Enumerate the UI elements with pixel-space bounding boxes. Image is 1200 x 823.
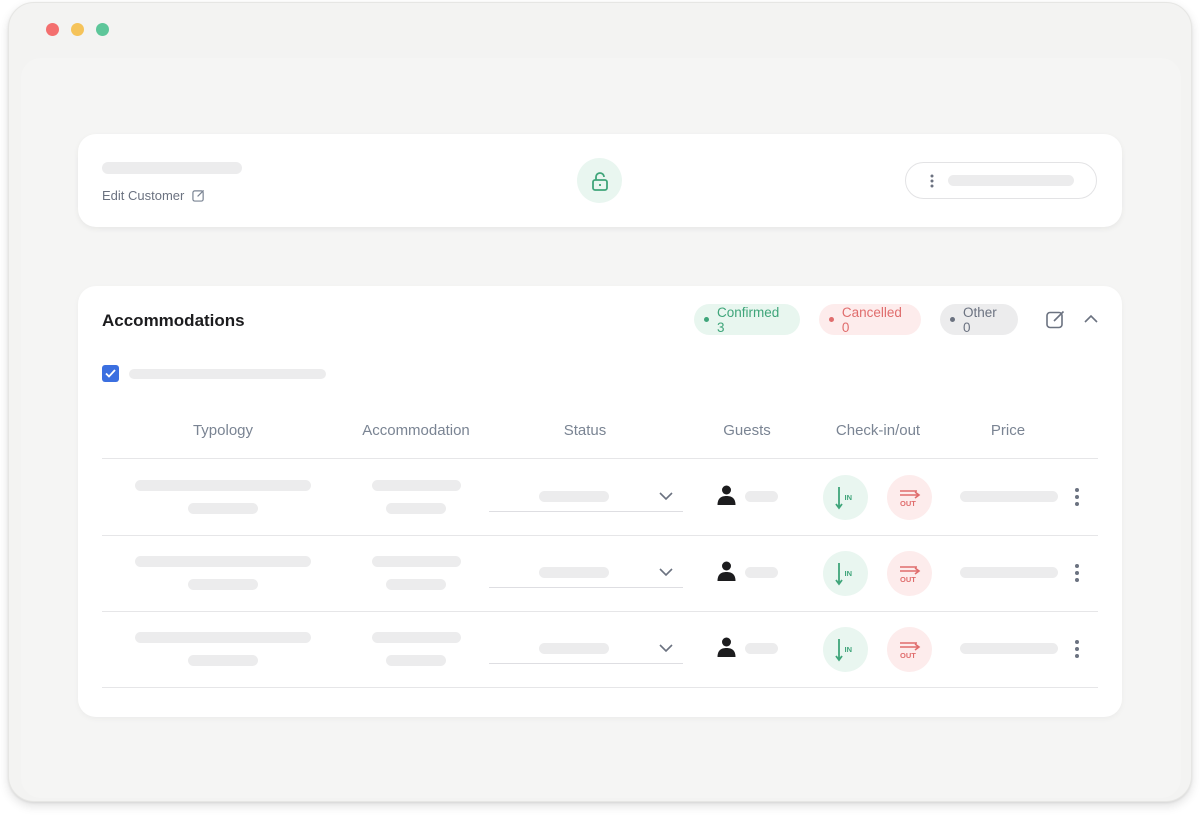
- typology-placeholder: [135, 632, 311, 643]
- check-in-button[interactable]: IN: [823, 551, 868, 596]
- other-dot-icon: [950, 317, 955, 322]
- column-header-check-in-out: Check-in/out: [835, 422, 921, 439]
- cancelled-badge-label: Cancelled 0: [841, 304, 902, 335]
- edit-icon[interactable]: [1046, 310, 1065, 329]
- customer-name-placeholder: [102, 162, 242, 174]
- cancelled-filter-badge[interactable]: Cancelled 0: [819, 304, 921, 335]
- accommodation-sub-placeholder: [386, 503, 446, 514]
- person-icon: [717, 561, 736, 581]
- column-header-typology: Typology: [192, 422, 254, 439]
- check-out-label: OUT: [900, 499, 916, 508]
- cancelled-dot-icon: [829, 317, 834, 322]
- table-row: IN OUT: [102, 535, 1098, 611]
- status-select[interactable]: [489, 481, 683, 512]
- check-in-label: IN: [844, 493, 852, 502]
- check-out-button[interactable]: OUT: [887, 551, 932, 596]
- chevron-down-icon: [659, 644, 673, 653]
- confirmed-badge-label: Confirmed 3: [716, 304, 780, 335]
- column-header-status: Status: [563, 422, 607, 439]
- typology-sub-placeholder: [188, 503, 258, 514]
- typology-sub-placeholder: [188, 579, 258, 590]
- kebab-icon[interactable]: [1074, 563, 1080, 583]
- table-divider: [102, 687, 1098, 688]
- guests-count-placeholder: [745, 643, 778, 654]
- close-window-button[interactable]: [46, 23, 59, 36]
- check-in-label: IN: [844, 645, 852, 654]
- check-out-button[interactable]: OUT: [887, 627, 932, 672]
- accommodation-placeholder: [372, 556, 461, 567]
- typology-placeholder: [135, 556, 311, 567]
- status-select[interactable]: [489, 633, 683, 664]
- checkbox-check-icon: [105, 369, 116, 378]
- accommodation-sub-placeholder: [386, 655, 446, 666]
- edit-icon: [192, 189, 205, 202]
- customer-actions-dropdown[interactable]: [905, 162, 1097, 199]
- accommodation-placeholder: [372, 632, 461, 643]
- lock-open-icon: [591, 171, 608, 191]
- column-header-price: Price: [990, 422, 1026, 439]
- accommodations-title: Accommodations: [102, 311, 245, 330]
- price-placeholder: [960, 491, 1058, 502]
- typology-placeholder: [135, 480, 311, 491]
- check-out-icon: OUT: [899, 489, 920, 508]
- window-controls: [46, 23, 109, 36]
- other-filter-badge[interactable]: Other 0: [940, 304, 1018, 335]
- chevron-down-icon: [659, 492, 673, 501]
- check-out-button[interactable]: OUT: [887, 475, 932, 520]
- guests-count-placeholder: [745, 491, 778, 502]
- check-in-button[interactable]: IN: [823, 627, 868, 672]
- chevron-down-icon: [659, 568, 673, 577]
- column-header-accommodation: Accommodation: [362, 422, 470, 439]
- accommodations-card: Accommodations Confirmed 3 Cancelled 0 O…: [78, 286, 1122, 717]
- status-select[interactable]: [489, 557, 683, 588]
- confirmed-dot-icon: [704, 317, 709, 322]
- price-placeholder: [960, 567, 1058, 578]
- status-value-placeholder: [539, 643, 609, 654]
- status-value-placeholder: [539, 491, 609, 502]
- check-in-icon: IN: [834, 562, 852, 585]
- accommodation-sub-placeholder: [386, 579, 446, 590]
- status-value-placeholder: [539, 567, 609, 578]
- column-header-guests: Guests: [723, 422, 771, 439]
- person-icon: [717, 637, 736, 657]
- price-placeholder: [960, 643, 1058, 654]
- check-in-icon: IN: [834, 486, 852, 509]
- check-in-icon: IN: [834, 638, 852, 661]
- kebab-icon[interactable]: [1074, 639, 1080, 659]
- check-in-button[interactable]: IN: [823, 475, 868, 520]
- check-in-label: IN: [844, 569, 852, 578]
- confirmed-filter-badge[interactable]: Confirmed 3: [694, 304, 800, 335]
- check-out-label: OUT: [900, 651, 916, 660]
- check-out-label: OUT: [900, 575, 916, 584]
- kebab-icon[interactable]: [1074, 487, 1080, 507]
- table-header: Typology Accommodation Status Guests Che…: [102, 422, 1098, 458]
- table-row: IN OUT: [102, 459, 1098, 535]
- guests-count-placeholder: [745, 567, 778, 578]
- select-all-checkbox[interactable]: [102, 365, 119, 382]
- chevron-up-icon[interactable]: [1083, 312, 1099, 326]
- edit-customer-label: Edit Customer: [102, 188, 185, 203]
- edit-customer-link[interactable]: Edit Customer: [102, 188, 205, 203]
- check-out-icon: OUT: [899, 565, 920, 584]
- maximize-window-button[interactable]: [96, 23, 109, 36]
- table-row: IN OUT: [102, 611, 1098, 687]
- kebab-icon: [930, 174, 934, 187]
- customer-actions-placeholder: [948, 175, 1074, 186]
- lock-button[interactable]: [577, 158, 622, 203]
- check-out-icon: OUT: [899, 641, 920, 660]
- person-icon: [717, 485, 736, 505]
- customer-card: Edit Customer: [78, 134, 1122, 227]
- other-badge-label: Other 0: [963, 304, 997, 335]
- accommodation-placeholder: [372, 480, 461, 491]
- typology-sub-placeholder: [188, 655, 258, 666]
- minimize-window-button[interactable]: [71, 23, 84, 36]
- select-all-label-placeholder: [129, 369, 326, 379]
